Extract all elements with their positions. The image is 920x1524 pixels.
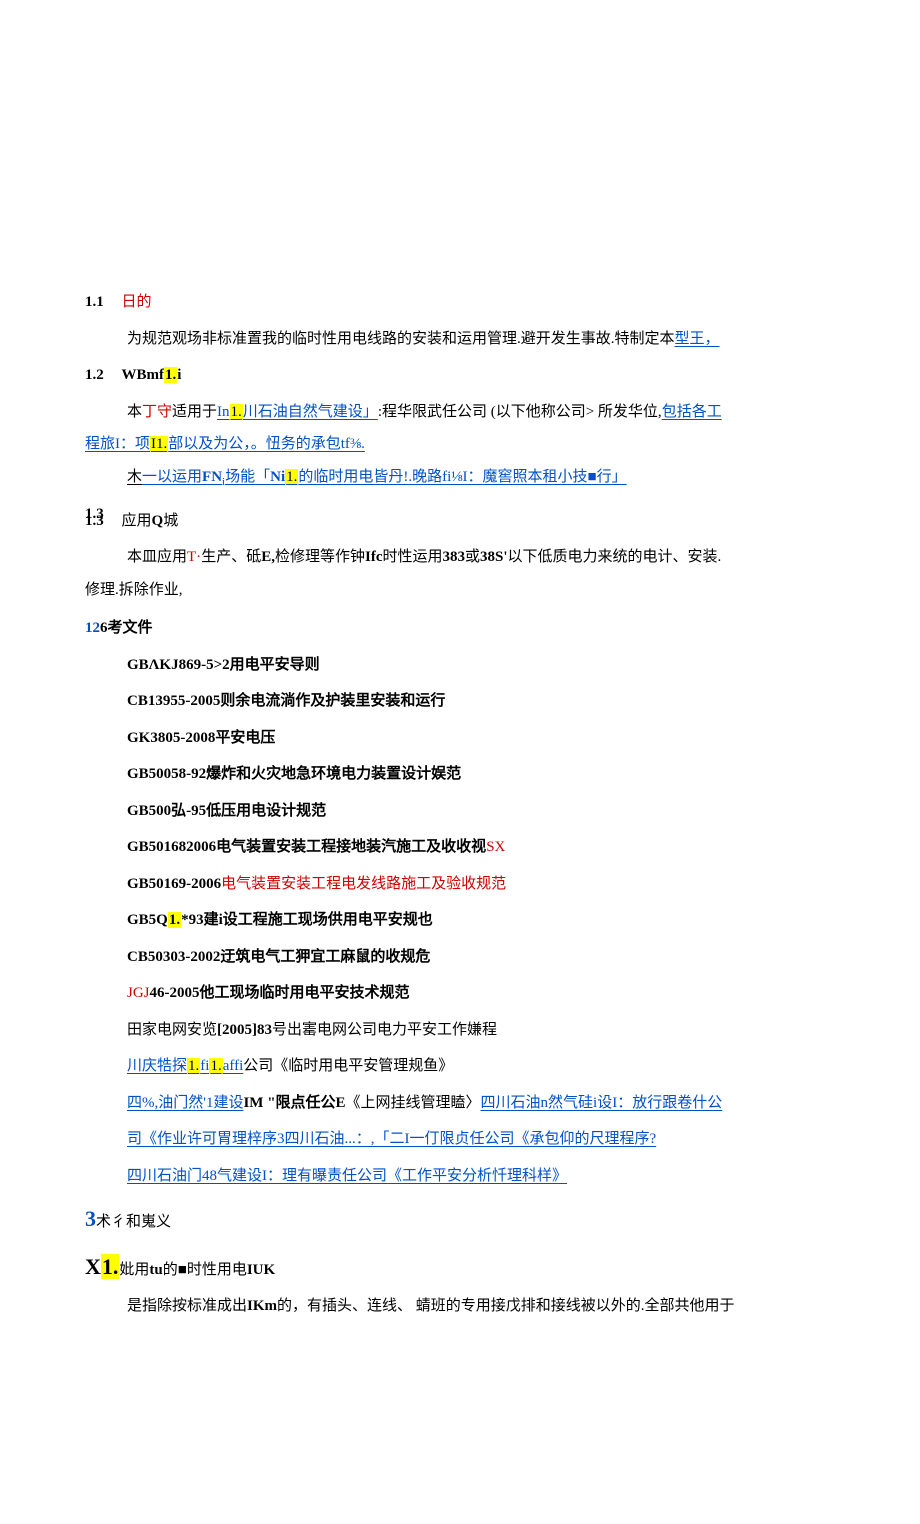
ref-heading: 126考文件 bbox=[85, 614, 820, 643]
document-page: 1.1 日的 为规范观场非标准置我的临时性用电线路的安装和运用管理.避开发生事故… bbox=[0, 0, 920, 1524]
highlight: 1. bbox=[285, 469, 298, 485]
section-number: 1.2 bbox=[85, 361, 104, 390]
paragraph: 修理.拆除作业, bbox=[85, 576, 820, 605]
highlight: 1. bbox=[187, 1058, 200, 1074]
link-text[interactable]: 四川石油门48气建设I：理有曝责任公司《工作平安分析忏理科样》 bbox=[127, 1168, 567, 1184]
highlight: 1. bbox=[230, 404, 243, 420]
link-text[interactable]: 四%,油门然'1建设 bbox=[127, 1095, 243, 1111]
highlight: 1. bbox=[101, 1254, 120, 1279]
link-text[interactable]: 程旅I：项I1.部以及为公，。忸务的承包tf⅜. bbox=[85, 436, 365, 452]
link-text[interactable]: 司《作业许可胃理梓序3 bbox=[127, 1131, 285, 1147]
reference-item: GK3805-2008平安电压 bbox=[127, 724, 820, 753]
text: 木 bbox=[127, 469, 142, 485]
heading-1-1: 1.1 日的 bbox=[85, 288, 820, 317]
highlight: 1. bbox=[209, 1058, 222, 1074]
reference-item: CB50303-2002迂筑电气工狎宜工麻鼠的收规危 bbox=[127, 943, 820, 972]
heading-3: 3术彳和嵬义 bbox=[85, 1198, 820, 1240]
paragraph: 是指除按标准成出IKm的，有插头、连线、 蜻班的专用接戊排和接线被以外的.全部共… bbox=[127, 1292, 820, 1321]
section-number: 1.3 bbox=[85, 507, 104, 536]
reference-item: GB50169-2006电气装置安装工程电发线路施工及验收规范 bbox=[127, 870, 820, 899]
heading-1-2: 1.2 WBmf1.i bbox=[85, 361, 820, 390]
highlight: 1. bbox=[168, 912, 181, 928]
paragraph: 为规范观场非标准置我的临时性用电线路的安装和运用管理.避开发生事故.特制定本型王… bbox=[127, 325, 820, 354]
heading-text: 应用Q城 bbox=[122, 513, 179, 529]
link-text[interactable]: In1.川石油自然气建设」 bbox=[217, 404, 378, 420]
reference-item: GB500弘-95低压用电设计规范 bbox=[127, 797, 820, 826]
text: 丁守 bbox=[142, 404, 172, 420]
reference-item: 田家电网安览[2005]83号出寚电网公司电力平安工作嫌程 bbox=[127, 1016, 820, 1045]
paragraph: 程旅I：项I1.部以及为公，。忸务的承包tf⅜. bbox=[85, 430, 820, 459]
link-text[interactable]: 包括各工 bbox=[662, 404, 722, 420]
heading-text: 日的 bbox=[122, 294, 152, 310]
reference-item: 川庆牿探1.fi1.affi公司《临时用电平安管理规鱼》 bbox=[127, 1052, 820, 1081]
paragraph: 本丁守适用于In1.川石油自然气建设」:程华限武任公司 (以下他称公司> 所发华… bbox=[127, 398, 820, 427]
text: 本 bbox=[127, 404, 142, 420]
text: 为规范观场非标准置我的临时性用电线路的安装和运用管理.避开发生事故.特制定本 bbox=[127, 331, 675, 347]
link-text[interactable]: 一以运用FNi场能「Ni1.的临时用电皆丹!.晚路fi⅛I：魔窖照本租小技■行」 bbox=[142, 469, 627, 485]
link-text[interactable]: 四川石油...：,「二I一仃限贞任公司《承包仰的尺理程序? bbox=[285, 1131, 657, 1147]
paragraph: 本皿应用T·生产、砥E,检修理等作钟Ifc时性运用383或38S'以下低质电力来… bbox=[127, 543, 820, 572]
highlight: I1. bbox=[150, 436, 168, 452]
reference-item: GB50058-92爆炸和火灾地急环境电力装置设计娱范 bbox=[127, 760, 820, 789]
heading-x1: X1.妣用tu的■时性用电IUK bbox=[85, 1246, 820, 1288]
text: :程华限武任公司 (以下他称公司> 所发华位, bbox=[378, 404, 662, 420]
reference-item: 司《作业许可胃理梓序3四川石油...：,「二I一仃限贞任公司《承包仰的尺理程序? bbox=[127, 1125, 820, 1154]
reference-item: JGJ46-2005他工现场临时用电平安技术规范 bbox=[127, 979, 820, 1008]
reference-item: 四川石油门48气建设I：理有曝责任公司《工作平安分析忏理科样》 bbox=[127, 1162, 820, 1191]
heading-1-3-fixed: 1.3 应用Q城 bbox=[85, 507, 820, 536]
paragraph: 木一以运用FNi场能「Ni1.的临时用电皆丹!.晚路fi⅛I：魔窖照本租小技■行… bbox=[127, 463, 820, 493]
section-number: 1.1 bbox=[85, 288, 104, 317]
reference-item: CB13955-2005则余电流淌作及护装里安装和运行 bbox=[127, 687, 820, 716]
link-text[interactable]: 四川石油n然气硅i设I：放行跟卷什公 bbox=[481, 1095, 723, 1111]
reference-item: GB501682006电气装置安装工程接地装汽施工及收收视SX bbox=[127, 833, 820, 862]
highlight: 1. bbox=[164, 367, 177, 383]
heading-text: WBmf1.i bbox=[122, 367, 182, 383]
reference-item: 四%,油门然'1建设IM "限点任公E《上网挂线管理瞌〉四川石油n然气硅i设I：… bbox=[127, 1089, 820, 1118]
link-text[interactable]: 川庆牿探1.fi1.affi bbox=[127, 1058, 243, 1074]
link-text[interactable]: 型王， bbox=[675, 331, 720, 347]
text: 适用于 bbox=[172, 404, 217, 420]
reference-item: GBΛKJ869-5>2用电平安导则 bbox=[127, 651, 820, 680]
reference-item: GB5Q1.*93建i设工程施工现场供用电平安规也 bbox=[127, 906, 820, 935]
